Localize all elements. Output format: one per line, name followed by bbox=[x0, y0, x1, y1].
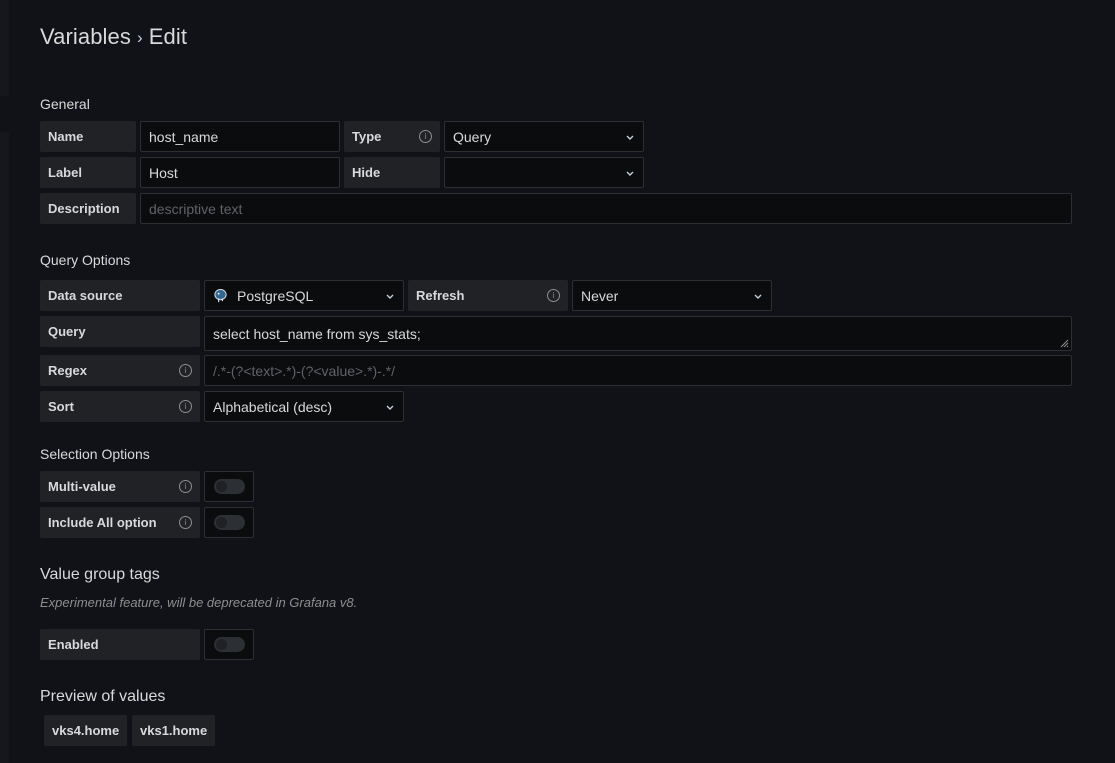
regex-label: Regex i bbox=[40, 355, 200, 386]
refresh-select[interactable]: Never bbox=[572, 280, 772, 311]
general-section-title: General bbox=[40, 96, 90, 112]
hide-label: Hide bbox=[344, 157, 440, 188]
label-label-text: Label bbox=[48, 165, 82, 180]
refresh-label-text: Refresh bbox=[416, 288, 465, 303]
preview-value-chip: vks4.home bbox=[44, 715, 128, 746]
regex-placeholder: /.*-(?<text>.*)-(?<value>.*)-.*/ bbox=[213, 362, 396, 379]
regex-label-text: Regex bbox=[48, 363, 88, 378]
breadcrumb-section[interactable]: Variables bbox=[40, 24, 131, 49]
info-icon[interactable]: i bbox=[547, 289, 560, 302]
query-label: Query bbox=[40, 316, 200, 347]
resize-handle-icon[interactable] bbox=[1059, 338, 1069, 348]
regex-input[interactable]: /.*-(?<text>.*)-(?<value>.*)-.*/ bbox=[204, 355, 1072, 386]
description-input[interactable]: descriptive text bbox=[140, 193, 1072, 224]
datasource-label-text: Data source bbox=[48, 288, 123, 303]
label-input-value: Host bbox=[149, 164, 178, 181]
sort-label: Sort i bbox=[40, 391, 200, 422]
name-input-value: host_name bbox=[149, 128, 219, 145]
type-select-value: Query bbox=[453, 128, 492, 145]
datasource-select[interactable]: PostgreSQL bbox=[204, 280, 404, 311]
sort-select[interactable]: Alphabetical (desc) bbox=[204, 391, 404, 422]
breadcrumb-page: Edit bbox=[148, 24, 188, 49]
chevron-down-icon bbox=[626, 171, 634, 176]
enabled-label: Enabled bbox=[40, 629, 200, 660]
include-all-toggle[interactable] bbox=[204, 507, 254, 538]
chevron-down-icon bbox=[386, 294, 394, 299]
refresh-label: Refresh i bbox=[408, 280, 568, 311]
multi-value-toggle[interactable] bbox=[204, 471, 254, 502]
preview-title: Preview of values bbox=[40, 688, 166, 705]
info-icon[interactable]: i bbox=[179, 480, 192, 493]
query-label-text: Query bbox=[48, 324, 86, 339]
query-textarea[interactable]: select host_name from sys_stats; bbox=[204, 316, 1072, 351]
datasource-value-wrap: PostgreSQL bbox=[213, 288, 313, 304]
description-placeholder: descriptive text bbox=[149, 200, 243, 217]
query-options-title: Query Options bbox=[40, 252, 131, 268]
postgresql-icon bbox=[214, 288, 227, 303]
datasource-value: PostgreSQL bbox=[237, 287, 314, 304]
type-label: Type i bbox=[344, 121, 440, 152]
toggle-track bbox=[213, 479, 245, 494]
enabled-label-text: Enabled bbox=[48, 637, 99, 652]
chevron-down-icon bbox=[386, 405, 394, 410]
description-label: Description bbox=[40, 193, 136, 224]
label-input[interactable]: Host bbox=[140, 157, 340, 188]
type-label-text: Type bbox=[352, 129, 382, 144]
name-label: Name bbox=[40, 121, 136, 152]
info-icon[interactable]: i bbox=[179, 364, 192, 377]
value-group-tags-description: Experimental feature, will be deprecated… bbox=[40, 595, 358, 610]
hide-label-text: Hide bbox=[352, 165, 381, 180]
chevron-down-icon bbox=[626, 135, 634, 140]
preview-value-chip: vks1.home bbox=[132, 715, 216, 746]
breadcrumb-separator: › bbox=[136, 28, 143, 47]
enabled-toggle[interactable] bbox=[204, 629, 254, 660]
info-icon[interactable]: i bbox=[179, 400, 192, 413]
sidebar-notch bbox=[0, 96, 9, 132]
info-icon[interactable]: i bbox=[419, 130, 432, 143]
description-label-text: Description bbox=[48, 201, 120, 216]
query-textarea-value: select host_name from sys_stats; bbox=[213, 325, 421, 342]
multi-value-label: Multi-value i bbox=[40, 471, 200, 502]
label-label: Label bbox=[40, 157, 136, 188]
chevron-down-icon bbox=[754, 294, 762, 299]
include-all-label-text: Include All option bbox=[48, 515, 157, 530]
page-title: Variables › Edit bbox=[40, 24, 187, 50]
type-select[interactable]: Query bbox=[444, 121, 644, 152]
toggle-knob bbox=[215, 639, 227, 650]
left-sidebar-edge bbox=[0, 0, 9, 763]
toggle-track bbox=[213, 515, 245, 530]
value-group-tags-title: Value group tags bbox=[40, 566, 160, 583]
sort-select-value: Alphabetical (desc) bbox=[213, 398, 333, 415]
multi-value-label-text: Multi-value bbox=[48, 479, 116, 494]
info-icon[interactable]: i bbox=[179, 516, 192, 529]
include-all-label: Include All option i bbox=[40, 507, 200, 538]
hide-select[interactable] bbox=[444, 157, 644, 188]
toggle-knob bbox=[215, 517, 227, 528]
sort-label-text: Sort bbox=[48, 399, 74, 414]
name-input[interactable]: host_name bbox=[140, 121, 340, 152]
toggle-track bbox=[213, 637, 245, 652]
toggle-knob bbox=[215, 481, 227, 492]
name-label-text: Name bbox=[48, 129, 84, 144]
selection-options-title: Selection Options bbox=[40, 446, 150, 462]
datasource-label: Data source bbox=[40, 280, 200, 311]
refresh-select-value: Never bbox=[581, 287, 619, 304]
